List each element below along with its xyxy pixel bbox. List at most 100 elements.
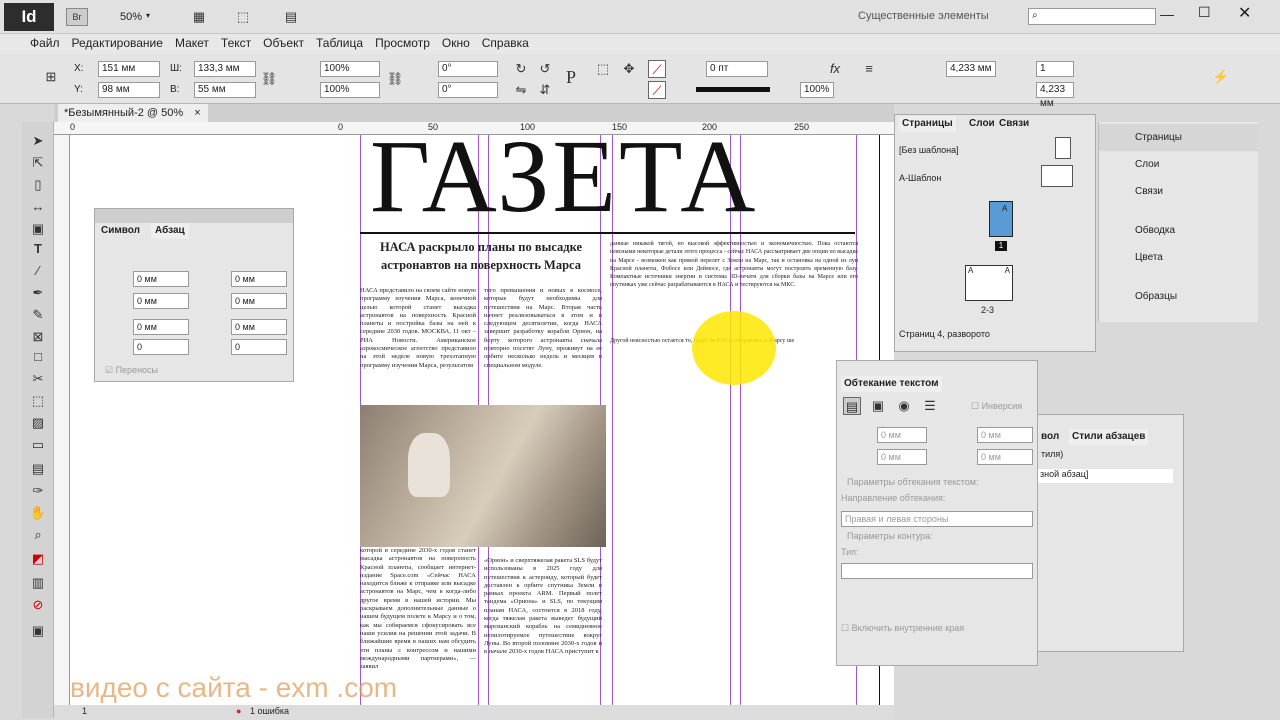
tab-object-styles[interactable]: вол — [1041, 429, 1059, 445]
drop-cap-lines-field[interactable]: 0 — [133, 339, 189, 355]
dock-swatches-color[interactable]: Цвета — [1099, 244, 1258, 271]
note-icon[interactable]: ▤ — [29, 460, 47, 478]
maximize-button[interactable]: ☐ — [1198, 4, 1211, 21]
menu-object[interactable]: Объект — [257, 34, 310, 52]
menu-type[interactable]: Текст — [215, 34, 257, 52]
fill-none-icon[interactable]: ⟋ — [648, 60, 666, 78]
gutter-field[interactable]: 4,233 мм — [946, 61, 996, 77]
content-collector-icon[interactable]: ▣ — [29, 220, 47, 238]
selection-tool-icon[interactable]: ➤ — [29, 132, 47, 150]
direct-selection-icon[interactable]: ⇱ — [29, 154, 47, 172]
y-field[interactable]: 98 мм — [98, 82, 160, 98]
gradient-icon[interactable]: ▨ — [29, 414, 47, 432]
constrain-icon[interactable]: ⛓ — [386, 70, 404, 88]
menu-layout[interactable]: Макет — [169, 34, 215, 52]
line-tool-icon[interactable]: ∕ — [29, 262, 47, 280]
workspace-switcher[interactable]: Существенные элементы — [858, 10, 989, 22]
tab-paragraph[interactable]: Абзац — [151, 223, 189, 239]
preflight-status[interactable]: 1 ошибка — [250, 706, 289, 716]
contour-type-select[interactable] — [841, 563, 1033, 579]
minimize-button[interactable]: — — [1160, 6, 1174, 22]
wrap-direction-select[interactable]: Правая и левая стороны — [841, 511, 1033, 527]
document-tab[interactable]: *Безымянный-2 @ 50% × — [58, 104, 208, 122]
space-after-field[interactable]: 0 мм — [231, 319, 287, 335]
lightning-icon[interactable]: ⚡ — [1212, 68, 1230, 86]
hand-icon[interactable]: ✋ — [29, 504, 47, 522]
type-tool-icon[interactable]: T — [29, 240, 47, 258]
menu-table[interactable]: Таблица — [310, 34, 369, 52]
arrange-docs-icon[interactable]: ▤ — [282, 8, 300, 26]
indent-left-field[interactable]: 0 мм — [133, 271, 189, 287]
dock-stroke[interactable]: Обводка — [1099, 217, 1258, 244]
zoom-icon[interactable]: ⌕ — [29, 526, 47, 544]
scale-x-field[interactable]: 100% — [320, 61, 380, 77]
close-tab-icon[interactable]: × — [194, 107, 200, 119]
astronaut-photo[interactable] — [360, 405, 606, 547]
style-none[interactable]: тиля) — [1041, 449, 1063, 459]
formatting-icon[interactable]: ▥ — [29, 574, 47, 592]
tab-character[interactable]: Символ — [101, 223, 140, 239]
opacity-field[interactable]: 100% — [800, 82, 834, 98]
left-offset-field[interactable]: 0 мм — [977, 427, 1033, 443]
stroke-type-select[interactable] — [696, 87, 770, 92]
rotate-cw-icon[interactable]: ↻ — [512, 60, 530, 78]
reference-point-icon[interactable]: ⊞ — [42, 68, 60, 86]
scissors-icon[interactable]: ✂ — [29, 370, 47, 388]
gap-tool-icon[interactable]: ↔ — [29, 198, 47, 216]
link-icon[interactable]: ⛓ — [260, 70, 278, 88]
top-offset-field[interactable]: 0 мм — [877, 427, 927, 443]
flip-h-icon[interactable]: ⇋ — [512, 81, 530, 99]
stroke-weight-field[interactable]: 0 пт — [706, 61, 768, 77]
gutter2-field[interactable]: 4,233 мм — [1036, 82, 1074, 109]
page-tool-icon[interactable]: ▯ — [29, 176, 47, 194]
none-master[interactable]: [Без шаблона] — [899, 145, 959, 155]
screen-mode-tool-icon[interactable]: ▣ — [29, 622, 47, 640]
shear-field[interactable]: 0° — [438, 82, 498, 98]
none-master-thumb[interactable] — [1055, 137, 1071, 159]
chevron-down-icon[interactable]: ▾ — [146, 11, 150, 20]
screen-mode-icon[interactable]: ⬚ — [234, 8, 252, 26]
a-master-thumb[interactable] — [1041, 165, 1073, 187]
eyedropper-icon[interactable]: ✑ — [29, 482, 47, 500]
view-options-icon[interactable]: ▦ — [190, 8, 208, 26]
gradient-feather-icon[interactable]: ▭ — [29, 436, 47, 454]
x-field[interactable]: 151 мм — [98, 61, 160, 77]
fill-stroke-icon[interactable]: ◩ — [29, 550, 47, 568]
a-master[interactable]: А-Шаблон — [899, 173, 941, 183]
menu-view[interactable]: Просмотр — [369, 34, 436, 52]
select-content-icon[interactable]: ✥ — [620, 60, 638, 78]
page-1-thumb[interactable]: A — [989, 201, 1013, 237]
search-input[interactable]: ⌕ — [1028, 8, 1156, 25]
menu-edit[interactable]: Редактирование — [66, 34, 169, 52]
rect-tool-icon[interactable]: □ — [29, 348, 47, 366]
wrap-none-icon[interactable]: ▤ — [843, 397, 861, 415]
first-line-field[interactable]: 0 мм — [133, 293, 189, 309]
apply-none-icon[interactable]: ⊘ — [29, 596, 47, 614]
tab-paragraph-styles[interactable]: Стили абзацев — [1069, 429, 1149, 445]
width-field[interactable]: 133,3 мм — [194, 61, 256, 77]
style-basic[interactable]: зной абзац] — [1037, 469, 1173, 483]
indent-right-field[interactable]: 0 мм — [231, 271, 287, 287]
fx-icon[interactable]: fx — [826, 60, 844, 78]
pencil-tool-icon[interactable]: ✎ — [29, 306, 47, 324]
dock-layers[interactable]: Слои — [1099, 151, 1258, 178]
menu-help[interactable]: Справка — [476, 34, 535, 52]
tab-layers[interactable]: Слои — [969, 116, 995, 132]
dock-swatches[interactable]: Образцы — [1099, 283, 1258, 310]
menu-file[interactable]: Файл — [24, 34, 66, 52]
pen-tool-icon[interactable]: ✒ — [29, 284, 47, 302]
right-offset-field[interactable]: 0 мм — [977, 449, 1033, 465]
bottom-offset-field[interactable]: 0 мм — [877, 449, 927, 465]
align-left-icon[interactable]: ≡ — [860, 60, 878, 78]
dock-pages[interactable]: Страницы — [1099, 124, 1258, 151]
scale-y-field[interactable]: 100% — [320, 82, 380, 98]
invert-checkbox[interactable]: ☐ Инверсия — [971, 401, 1022, 412]
drop-cap-chars-field[interactable]: 0 — [231, 339, 287, 355]
rotate-ccw-icon[interactable]: ↺ — [536, 60, 554, 78]
include-inside-edges-checkbox[interactable]: ☐ Включить внутренние края — [841, 623, 964, 634]
zoom-select[interactable]: 50% — [120, 11, 142, 23]
page-number-field[interactable]: 1 — [82, 706, 87, 716]
dock-links[interactable]: Связи — [1099, 178, 1258, 205]
height-field[interactable]: 55 мм — [194, 82, 256, 98]
stroke-none-icon[interactable]: ⟋ — [648, 81, 666, 99]
